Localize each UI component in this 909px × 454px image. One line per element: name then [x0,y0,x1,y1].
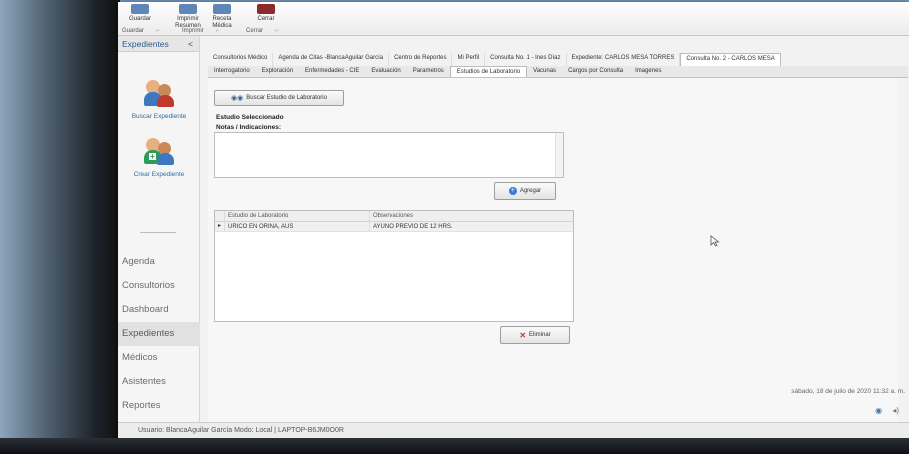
delete-icon: ✕ [519,330,527,340]
row-indicator-icon: ▸ [215,222,225,231]
search-record-label: Buscar Expediente [131,113,187,120]
nav-label: Agenda [122,256,155,267]
nav-label: Asistentes [122,376,166,387]
nav-label: Dashboard [122,304,169,315]
ribbon-toolbar: Guardar Imprimir Resumen Receta Médica C… [118,2,909,36]
create-record-tool[interactable]: + Crear Expediente [118,136,200,178]
ribbon-group-print: Imprimir ⌐ [182,28,219,34]
group-launcher-icon[interactable]: ⌐ [216,28,220,34]
nav-item-medicos[interactable]: Médicos [118,346,200,370]
delete-button[interactable]: ✕ Eliminar [500,326,570,344]
status-text: Usuario: BlancaAguilar García Modo: Loca… [138,427,344,434]
printer-icon [179,4,197,14]
nav-item-agenda[interactable]: Agenda [118,250,200,274]
selected-study-label: Estudio Seleccionado [216,114,284,121]
nav-label: Expedientes [122,328,175,339]
close-button[interactable]: Cerrar [246,4,286,23]
doctors-search-icon [142,78,176,108]
network-icon[interactable]: ◉ [875,406,882,415]
tab-imagenes[interactable]: Imagenes [629,66,667,77]
search-record-tool[interactable]: Buscar Expediente [118,78,200,120]
grid-header: Estudio de Laboratorio Observaciones [215,211,573,222]
delete-label: Eliminar [529,332,551,338]
tab-exploracion[interactable]: Exploración [256,66,299,77]
save-icon [131,4,149,14]
lab-studies-grid: Estudio de Laboratorio Observaciones ▸ U… [214,210,574,322]
close-label: Cerrar [257,16,275,22]
photo-background-left [0,0,120,454]
system-tray: ◉ ◂) [875,406,899,415]
tab-agenda-citas[interactable]: Agenda de Citas -BlancaAguilar García [273,53,390,66]
ribbon-group-label: Guardar [122,28,145,34]
tab-vacunas[interactable]: Vacunas [527,66,562,77]
tab-centro-reportes[interactable]: Centro de Reportes [389,53,453,66]
sidebar-divider [140,232,176,233]
save-label: Guardar [128,16,151,22]
ribbon-group-label: Imprimir [182,28,204,34]
nav-item-expedientes[interactable]: Expedientes [118,322,200,346]
notes-textarea[interactable] [214,132,564,178]
notes-label: Notas / Indicaciones: [216,124,282,131]
nav-item-asistentes[interactable]: Asistentes [118,370,200,394]
nav-label: Médicos [122,352,158,363]
tab-interrogatorio[interactable]: Interrogatorio [208,66,256,77]
create-record-label: Crear Expediente [133,171,185,178]
column-header-observaciones[interactable]: Observaciones [370,211,573,221]
nav-item-consultorios[interactable]: Consultorios [118,274,200,298]
table-row[interactable]: ▸ URICO EN ORINA, AUS AYUNO PREVIO DE 12… [215,222,573,232]
system-clock: sábado, 18 de julio de 2020 11:32 a. m. [791,388,905,395]
prescription-button[interactable]: Receta Médica [202,4,242,30]
group-launcher-icon[interactable]: ⌐ [156,28,160,34]
nav-label: Reportes [122,400,161,411]
cell-estudio[interactable]: URICO EN ORINA, AUS [225,222,370,231]
prescription-icon [213,4,231,14]
sidebar-header: Expedientes < [118,36,199,52]
volume-icon[interactable]: ◂) [892,406,899,415]
tab-cargos-consulta[interactable]: Cargos por Consulta [562,66,629,77]
consultation-tab-strip: Interrogatorio Exploración Enfermedades … [208,66,908,78]
tab-expediente[interactable]: Expediente: CARLOS MESA TORRES [567,53,681,66]
collapse-icon[interactable]: < [188,39,193,49]
tab-estudios-laboratorio[interactable]: Estudios de Laboratorio [449,66,528,77]
add-icon: + [508,187,517,195]
tab-enfermedades[interactable]: Enfermedades - CIE [299,66,365,77]
ribbon-group-close: Cerrar ⌐ [246,28,279,34]
sidebar-title: Expedientes [122,39,169,49]
cell-observaciones[interactable]: AYUNO PREVIO DE 12 HRS. [370,222,573,231]
nav-label: Consultorios [122,280,175,291]
tab-consultorios-medico[interactable]: Consultorios Médico [208,53,274,66]
add-button[interactable]: + Agregar [494,182,556,200]
doctors-add-icon: + [142,136,176,166]
save-button[interactable]: Guardar [120,4,160,23]
ribbon-group-label: Cerrar [246,28,264,34]
tab-evaluacion[interactable]: Evaluación [365,66,406,77]
binoculars-icon: ◉◉ [231,95,244,102]
tab-consulta-1[interactable]: Consulta No. 1 - Ines Díaz [485,53,567,66]
tab-parametros[interactable]: Parametros [407,66,450,77]
notes-scrollbar[interactable] [555,133,563,177]
column-header-estudio[interactable]: Estudio de Laboratorio [225,211,370,221]
sidebar: Expedientes < Buscar Expediente + Crear … [118,36,200,440]
search-lab-study-label: Buscar Estudio de Laboratorio [246,95,327,101]
document-tab-strip: Consultorios Médico Agenda de Citas -Bla… [208,53,908,66]
nav-item-reportes[interactable]: Reportes [118,394,200,418]
lab-studies-panel: ◉◉ Buscar Estudio de Laboratorio Estudio… [208,78,898,424]
nav-item-dashboard[interactable]: Dashboard [118,298,200,322]
search-lab-study-button[interactable]: ◉◉ Buscar Estudio de Laboratorio [214,90,344,106]
close-icon [257,4,275,14]
add-label: Agregar [519,188,542,194]
tab-mi-perfil[interactable]: Mi Perfil [452,53,486,66]
tab-consulta-2[interactable]: Consulta No. 2 - CARLOS MESA [680,53,781,66]
ribbon-group-save: Guardar ⌐ [122,28,160,34]
row-indicator-header [215,211,225,221]
app-window: Guardar Imprimir Resumen Receta Médica C… [118,2,909,440]
photo-background-bottom [0,438,909,454]
group-launcher-icon[interactable]: ⌐ [275,28,279,34]
